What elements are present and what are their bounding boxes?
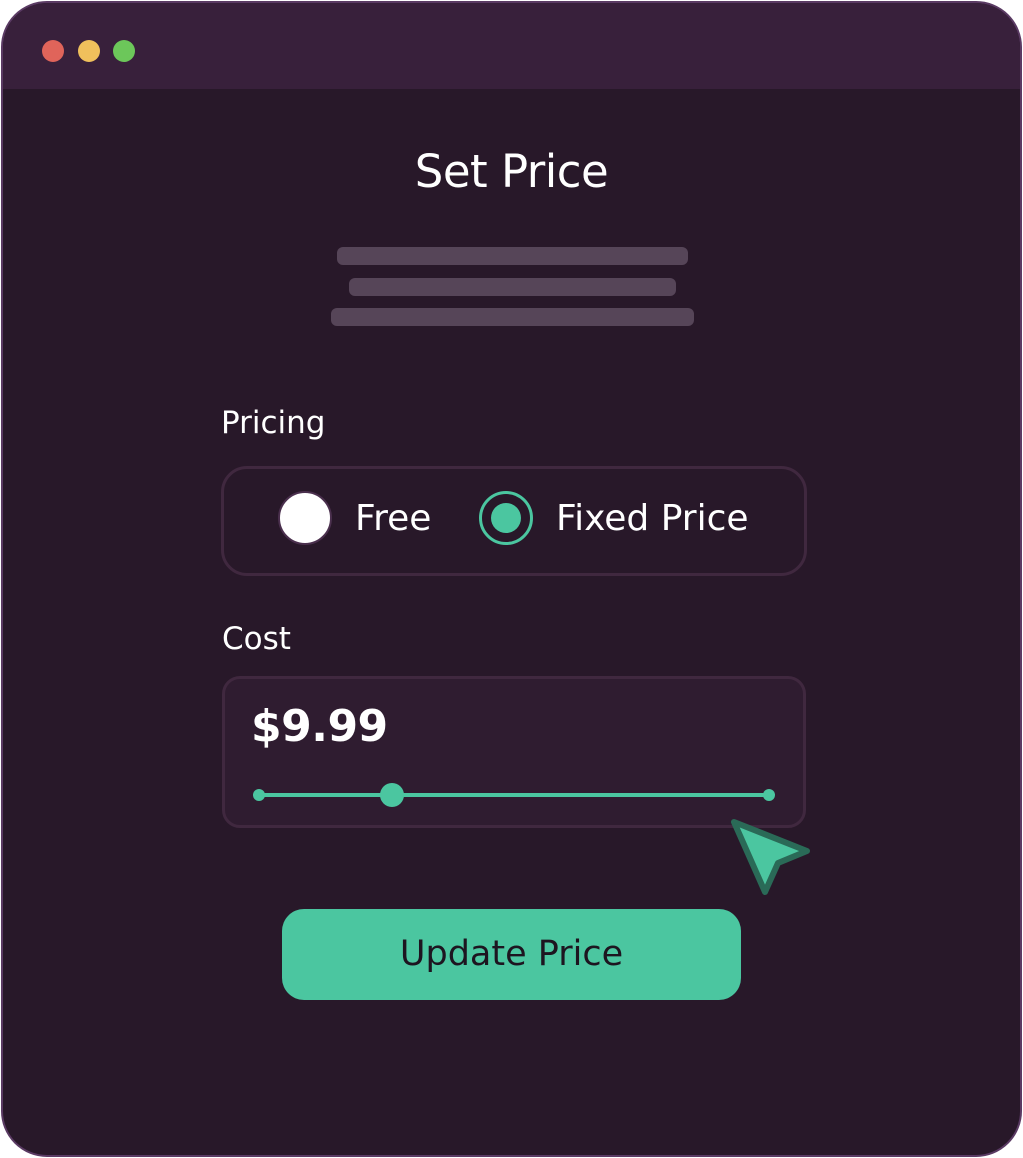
update-price-button[interactable]: Update Price [282,909,741,1000]
maximize-window-button[interactable] [113,40,135,62]
price-value[interactable]: $9.99 [251,701,388,752]
placeholder-text-line [337,247,688,265]
cursor-arrow-icon [731,819,810,895]
radio-free-label[interactable]: Free [355,497,431,541]
dialog-title: Set Price [414,145,609,198]
radio-fixed-price[interactable] [479,491,533,545]
cost-label: Cost [222,621,291,657]
radio-free[interactable] [278,491,332,545]
placeholder-text-line [349,278,676,296]
close-window-button[interactable] [42,40,64,62]
title-bar [3,3,1020,89]
radio-fixed-price-label[interactable]: Fixed Price [556,497,749,541]
pricing-label: Pricing [221,405,326,441]
radio-selected-dot [491,503,521,533]
slider-start-cap [253,789,265,801]
minimize-window-button[interactable] [78,40,100,62]
slider-track[interactable] [259,793,769,797]
cost-input-box[interactable]: $9.99 [222,676,806,828]
slider-end-cap [763,789,775,801]
slider-thumb[interactable] [379,783,404,807]
placeholder-text-line [331,308,694,326]
pricing-radio-group: Free Fixed Price [221,466,807,576]
price-slider[interactable] [253,783,775,807]
app-window: Set Price Pricing Free Fixed Price Cost … [1,1,1022,1157]
